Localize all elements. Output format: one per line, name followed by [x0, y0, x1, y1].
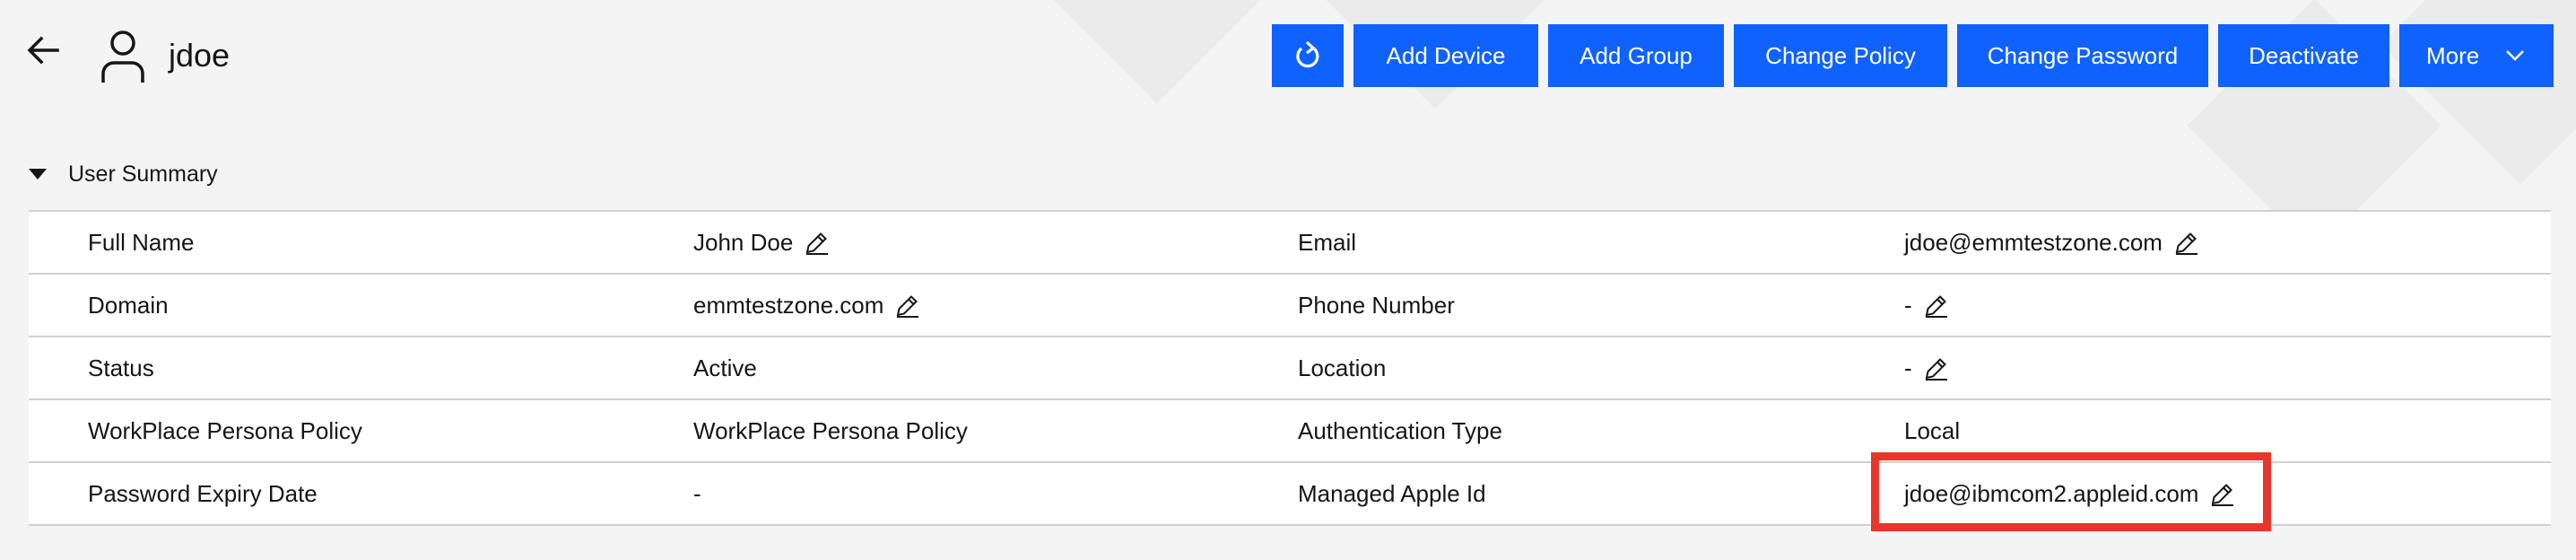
section-title: User Summary — [68, 161, 218, 187]
field-value: jdoe@emmtestzone.com — [1904, 228, 2163, 256]
page-title: jdoe — [169, 37, 231, 74]
change-policy-button[interactable]: Change Policy — [1734, 24, 1947, 87]
field-value: Local — [1904, 416, 1961, 444]
add-group-button[interactable]: Add Group — [1548, 24, 1724, 87]
back-button[interactable] — [23, 31, 63, 70]
field-value: - — [693, 479, 701, 507]
email-value: jdoe@emmtestzone.com — [1904, 212, 2200, 273]
field-label: Domain — [88, 291, 169, 319]
change-password-button[interactable]: Change Password — [1957, 24, 2208, 87]
field-label: Location — [1298, 354, 1387, 381]
field-label: Email — [1298, 228, 1357, 256]
field-label: Full Name — [88, 228, 195, 256]
more-button-label: More — [2426, 41, 2480, 69]
field-value: Active — [693, 354, 757, 381]
table-row: Password Expiry Date - Managed Apple Id … — [29, 463, 2551, 526]
table-row: WorkPlace Persona Policy WorkPlace Perso… — [29, 400, 2551, 463]
field-label: Phone Number — [1298, 291, 1455, 319]
refresh-button[interactable] — [1272, 24, 1344, 87]
page-header: jdoe Add Device Add Group Change Policy … — [0, 0, 2576, 112]
edit-managed-apple-id-icon[interactable] — [2209, 480, 2236, 507]
phone-number-value: - — [1904, 275, 1950, 336]
location-value: - — [1904, 337, 1950, 398]
field-value: emmtestzone.com — [693, 291, 884, 319]
field-label: Password Expiry Date — [88, 479, 318, 507]
table-row: Status Active Location - — [29, 337, 2551, 400]
edit-location-icon[interactable] — [1923, 354, 1950, 381]
edit-phone-number-icon[interactable] — [1923, 292, 1950, 319]
field-value: - — [1904, 291, 1912, 319]
field-value: - — [1904, 354, 1912, 381]
field-label: WorkPlace Persona Policy — [88, 416, 362, 444]
field-value: WorkPlace Persona Policy — [693, 416, 968, 444]
edit-full-name-icon[interactable] — [804, 229, 831, 256]
edit-domain-icon[interactable] — [894, 292, 921, 319]
field-label: Authentication Type — [1298, 416, 1502, 444]
field-label: Managed Apple Id — [1298, 479, 1486, 507]
full-name-value: John Doe — [693, 212, 831, 273]
table-row: Full Name John Doe Email jdoe@emmtestzon… — [29, 212, 2551, 275]
managed-apple-id-value: jdoe@ibmcom2.appleid.com — [1904, 463, 2236, 524]
field-label: Status — [88, 354, 154, 381]
table-row: Domain emmtestzone.com Phone Number - — [29, 275, 2551, 337]
field-value: jdoe@ibmcom2.appleid.com — [1904, 479, 2199, 507]
deactivate-button[interactable]: Deactivate — [2218, 24, 2389, 87]
edit-email-icon[interactable] — [2173, 229, 2200, 256]
user-icon — [99, 29, 147, 84]
action-toolbar: Add Device Add Group Change Policy Chang… — [1272, 24, 2554, 87]
arrow-left-icon — [27, 36, 59, 65]
domain-value: emmtestzone.com — [693, 275, 921, 336]
more-menu-button[interactable]: More — [2399, 24, 2554, 87]
user-summary-table: Full Name John Doe Email jdoe@emmtestzon… — [29, 210, 2551, 526]
refresh-icon — [1296, 40, 1319, 68]
field-value: John Doe — [693, 228, 794, 256]
chevron-down-icon — [2506, 50, 2524, 61]
add-device-button[interactable]: Add Device — [1353, 24, 1538, 87]
user-summary-toggle[interactable]: User Summary — [29, 158, 218, 190]
page: jdoe Add Device Add Group Change Policy … — [0, 0, 2576, 560]
caret-down-icon — [29, 169, 47, 179]
